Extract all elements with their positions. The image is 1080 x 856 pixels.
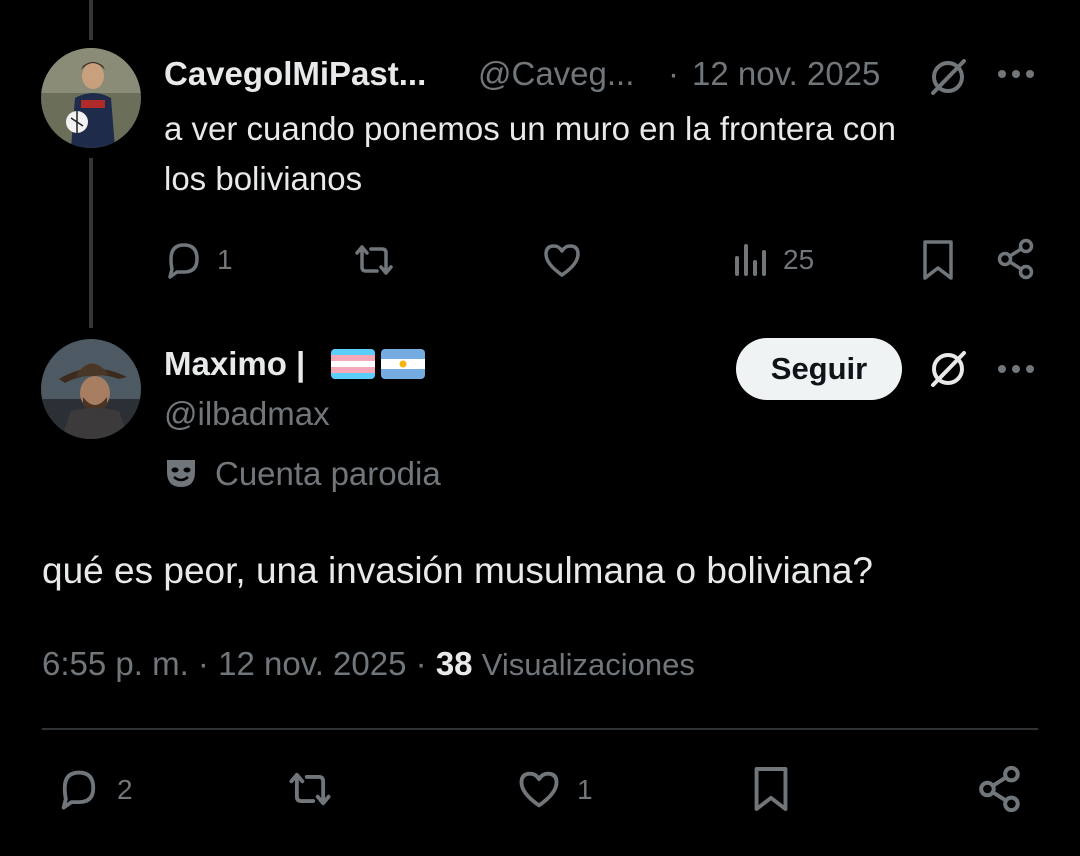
divider <box>42 728 1038 730</box>
main-post-text: qué es peor, una invasión musulmana o bo… <box>42 550 874 591</box>
post-meta-line: 6:55 p. m. · 12 nov. 2025 · 38 Visualiza… <box>42 645 695 683</box>
parent-date[interactable]: 12 nov. 2025 <box>692 55 880 93</box>
argentina-flag-icon <box>381 349 425 379</box>
share-icon[interactable] <box>995 238 1037 280</box>
reply-icon-main[interactable] <box>56 766 102 812</box>
parent-reply-count: 1 <box>217 244 233 275</box>
avatar-main[interactable] <box>41 339 141 439</box>
parent-text-line1: a ver cuando ponemos un muro en la front… <box>164 110 896 147</box>
follow-button[interactable]: Seguir <box>736 338 902 400</box>
like-icon[interactable] <box>541 239 583 281</box>
like-icon-main[interactable] <box>515 766 563 812</box>
avatar-parent[interactable] <box>41 48 141 148</box>
parody-label: Cuenta parodia <box>215 455 441 492</box>
parent-display-name[interactable]: CavegolMiPast... <box>164 55 426 93</box>
main-display-name[interactable]: Maximo | <box>164 345 305 383</box>
more-icon-main[interactable] <box>997 359 1035 379</box>
main-reply-count: 2 <box>117 774 133 805</box>
grok-icon-main[interactable] <box>926 347 970 391</box>
post-meta-sep1: · <box>197 645 209 682</box>
more-icon[interactable] <box>997 64 1035 84</box>
trans-flag-icon <box>331 349 375 379</box>
reply-icon[interactable] <box>163 239 205 281</box>
parent-handle[interactable]: @Caveg... <box>478 55 634 93</box>
repost-icon[interactable] <box>351 239 397 281</box>
main-like-count: 1 <box>577 774 593 805</box>
post-time[interactable]: 6:55 p. m. <box>42 645 189 682</box>
post-date[interactable]: 12 nov. 2025 <box>218 645 406 682</box>
thread-line <box>89 158 93 328</box>
grok-icon[interactable] <box>926 55 970 99</box>
views-label[interactable]: Visualizaciones <box>482 647 695 682</box>
post-meta-sep2: · <box>415 645 427 682</box>
bookmark-icon-main[interactable] <box>751 764 791 814</box>
views-icon[interactable] <box>733 240 769 280</box>
repost-icon-main[interactable] <box>284 766 336 812</box>
parent-views-count: 25 <box>783 244 815 275</box>
share-icon-main[interactable] <box>976 765 1024 813</box>
main-handle[interactable]: @ilbadmax <box>164 395 330 433</box>
bookmark-icon[interactable] <box>920 238 956 282</box>
parent-separator: · <box>668 55 679 92</box>
parent-text-line2: los bolivianos <box>164 160 363 197</box>
parody-mask-icon <box>164 456 198 490</box>
thread-line-top <box>89 0 93 40</box>
views-count[interactable]: 38 <box>436 645 473 682</box>
